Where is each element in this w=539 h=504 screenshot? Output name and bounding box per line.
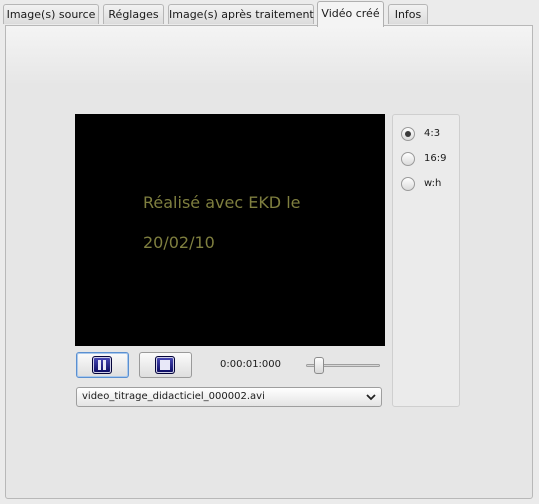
tab-reglages[interactable]: Réglages: [103, 4, 164, 24]
radio-label: w:h: [424, 178, 442, 189]
tab-bar: Image(s) source Réglages Image(s) après …: [0, 0, 539, 27]
tab-images-source[interactable]: Image(s) source: [3, 4, 99, 24]
radio-button[interactable]: [401, 177, 415, 191]
radio-ratio-4-3[interactable]: 4:3: [401, 127, 459, 143]
stop-icon: [155, 356, 175, 374]
radio-checked-dot: [405, 131, 411, 137]
seek-slider-handle[interactable]: [314, 357, 324, 374]
video-file-select[interactable]: video_titrage_didacticiel_000002.avi: [76, 387, 382, 407]
chevron-down-icon: [366, 394, 376, 401]
tab-images-apres-traitement[interactable]: Image(s) après traitement: [168, 4, 314, 24]
video-file-select-value: video_titrage_didacticiel_000002.avi: [82, 391, 265, 402]
video-display: Réalisé avec EKD le 20/02/10: [75, 114, 385, 346]
tab-infos[interactable]: Infos: [388, 4, 428, 24]
radio-ratio-w-h[interactable]: w:h: [401, 177, 459, 193]
aspect-ratio-group: 4:3 16:9 w:h: [392, 114, 460, 407]
video-caption-line2: 20/02/10: [143, 233, 215, 252]
radio-button[interactable]: [401, 127, 415, 141]
radio-button[interactable]: [401, 152, 415, 166]
radio-label: 16:9: [424, 153, 447, 164]
tab-video-cree[interactable]: Vidéo créé: [317, 1, 384, 27]
pause-button[interactable]: [76, 352, 129, 378]
stop-button[interactable]: [139, 352, 192, 378]
window: Image(s) source Réglages Image(s) après …: [0, 0, 539, 504]
radio-label: 4:3: [424, 128, 441, 139]
video-caption-line1: Réalisé avec EKD le: [143, 193, 301, 212]
pause-icon: [92, 356, 112, 374]
radio-ratio-16-9[interactable]: 16:9: [401, 152, 459, 168]
playback-time: 0:00:01:000: [220, 359, 282, 370]
